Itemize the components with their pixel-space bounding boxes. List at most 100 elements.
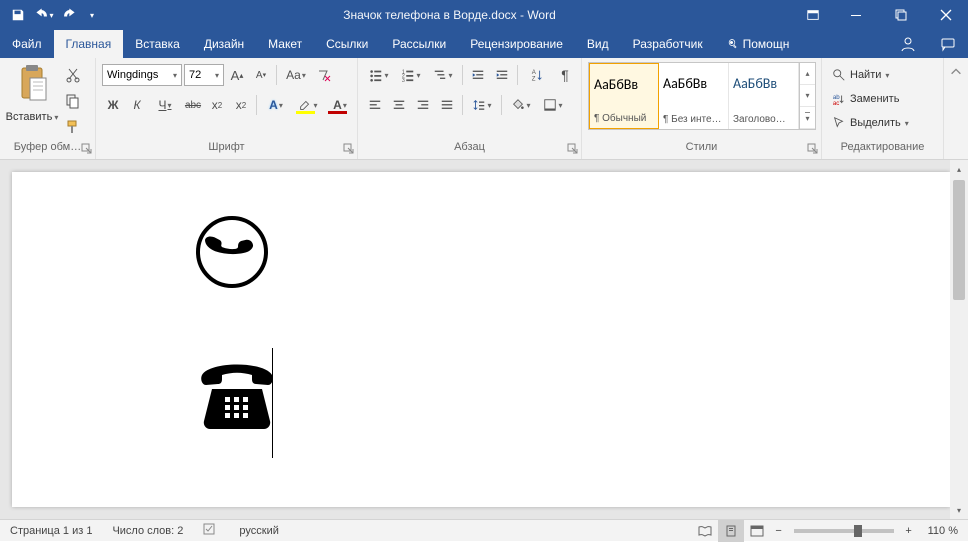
styles-dialog-launcher-icon[interactable] — [807, 143, 819, 155]
tell-me[interactable]: Помощн — [715, 30, 802, 58]
ribbon-display-options-icon[interactable] — [793, 8, 833, 22]
language[interactable]: русский — [229, 525, 288, 537]
numbering-icon[interactable]: 123▾ — [396, 64, 426, 86]
borders-icon[interactable]: ▾ — [538, 94, 568, 116]
underline-button[interactable]: Ч▾ — [150, 94, 180, 116]
align-justify-icon[interactable] — [436, 94, 458, 116]
document-area: ▴ ▾ — [0, 160, 968, 519]
tab-insert[interactable]: Вставка — [123, 30, 192, 58]
gallery-up-icon[interactable]: ▴ — [800, 63, 815, 85]
copy-icon[interactable] — [62, 90, 84, 112]
separator — [256, 95, 257, 115]
clipboard-dialog-launcher-icon[interactable] — [81, 143, 93, 155]
sort-icon[interactable]: AZ — [522, 64, 552, 86]
account-icon[interactable] — [888, 30, 928, 58]
vertical-scrollbar[interactable]: ▴ ▾ — [950, 160, 968, 519]
style-heading1[interactable]: АаБбВв Заголово… — [729, 63, 799, 129]
select-button[interactable]: Выделить▾ — [828, 112, 913, 134]
clear-formatting-icon[interactable] — [313, 64, 335, 86]
tab-references[interactable]: Ссылки — [314, 30, 380, 58]
group-styles: АаБбВв ¶ Обычный АаБбВв ¶ Без инте… АаБб… — [582, 58, 822, 159]
web-layout-icon[interactable] — [744, 520, 770, 542]
superscript-icon[interactable]: x2 — [230, 94, 252, 116]
shrink-font-icon[interactable]: A▾ — [250, 64, 272, 86]
line-spacing-icon[interactable]: ▾ — [467, 94, 497, 116]
strikethrough-button[interactable]: abc — [182, 94, 204, 116]
document-content — [192, 212, 282, 442]
tab-mailings[interactable]: Рассылки — [380, 30, 458, 58]
style-name: ¶ Обычный — [594, 113, 654, 124]
font-size-combo[interactable]: 72▾ — [184, 64, 224, 86]
increase-indent-icon[interactable] — [491, 64, 513, 86]
grow-font-icon[interactable]: A▴ — [226, 64, 248, 86]
tab-file[interactable]: Файл — [0, 30, 54, 58]
multilevel-list-icon[interactable]: ▾ — [428, 64, 458, 86]
find-button[interactable]: Найти▾ — [828, 64, 913, 86]
tab-design[interactable]: Дизайн — [192, 30, 256, 58]
align-right-icon[interactable] — [412, 94, 434, 116]
tab-view[interactable]: Вид — [575, 30, 621, 58]
tell-me-label: Помощн — [743, 37, 790, 51]
save-icon[interactable] — [8, 4, 28, 26]
group-clipboard-label: Буфер обм… — [14, 141, 81, 153]
shading-icon[interactable]: ▾ — [506, 94, 536, 116]
window-title: Значок телефона в Ворде.docx - Word — [106, 8, 793, 22]
replace-button[interactable]: abacЗаменить — [828, 88, 913, 110]
text-effects-icon[interactable]: A▾ — [261, 94, 291, 116]
change-case-icon[interactable]: Aa▾ — [281, 64, 311, 86]
style-no-spacing[interactable]: АаБбВв ¶ Без инте… — [659, 63, 729, 129]
show-marks-icon[interactable]: ¶ — [554, 64, 576, 86]
spellcheck-icon[interactable] — [193, 522, 229, 539]
tab-developer[interactable]: Разработчик — [621, 30, 715, 58]
read-mode-icon[interactable] — [692, 520, 718, 542]
group-paragraph-label: Абзац — [454, 141, 485, 153]
align-left-icon[interactable] — [364, 94, 386, 116]
scroll-down-icon[interactable]: ▾ — [950, 501, 968, 519]
align-center-icon[interactable] — [388, 94, 410, 116]
gallery-down-icon[interactable]: ▾ — [800, 85, 815, 107]
font-dialog-launcher-icon[interactable] — [343, 143, 355, 155]
close-icon[interactable] — [923, 0, 968, 30]
format-painter-icon[interactable] — [62, 116, 84, 138]
zoom-in-icon[interactable]: + — [900, 525, 918, 537]
comments-icon[interactable] — [928, 30, 968, 58]
maximize-icon[interactable] — [878, 0, 923, 30]
style-normal[interactable]: АаБбВв ¶ Обычный — [589, 63, 659, 129]
gallery-more-icon[interactable]: ▾ — [800, 107, 815, 129]
bullets-icon[interactable]: ▾ — [364, 64, 394, 86]
cut-icon[interactable] — [62, 64, 84, 86]
zoom-thumb[interactable] — [854, 525, 862, 537]
paragraph-dialog-launcher-icon[interactable] — [567, 143, 579, 155]
bold-button[interactable]: Ж — [102, 94, 124, 116]
print-layout-icon[interactable] — [718, 520, 744, 542]
document-page[interactable] — [12, 172, 950, 507]
paste-button[interactable]: Вставить▾ — [6, 62, 58, 123]
word-count[interactable]: Число слов: 2 — [102, 525, 193, 537]
styles-gallery: АаБбВв ¶ Обычный АаБбВв ¶ Без инте… АаБб… — [588, 62, 816, 130]
minimize-icon[interactable] — [833, 0, 878, 30]
separator — [462, 95, 463, 115]
group-styles-label: Стили — [686, 141, 718, 153]
zoom-out-icon[interactable]: − — [770, 525, 788, 537]
tab-review[interactable]: Рецензирование — [458, 30, 575, 58]
tab-layout[interactable]: Макет — [256, 30, 314, 58]
scroll-up-icon[interactable]: ▴ — [950, 160, 968, 178]
tab-home[interactable]: Главная — [54, 30, 124, 58]
font-color-icon[interactable]: A▾ — [325, 94, 355, 116]
scroll-thumb[interactable] — [953, 180, 965, 300]
collapse-ribbon-icon[interactable] — [946, 62, 966, 82]
highlight-color-icon[interactable]: ▾ — [293, 94, 323, 116]
titlebar: ▾ ▾ Значок телефона в Ворде.docx - Word — [0, 0, 968, 30]
zoom-level[interactable]: 110 % — [918, 525, 968, 537]
font-name-combo[interactable]: Wingdings▾ — [102, 64, 182, 86]
qat-customize-icon[interactable]: ▾ — [86, 4, 98, 26]
undo-icon[interactable]: ▾ — [34, 4, 54, 26]
select-label: Выделить — [850, 117, 901, 129]
decrease-indent-icon[interactable] — [467, 64, 489, 86]
replace-label: Заменить — [850, 93, 899, 105]
italic-button[interactable]: К — [126, 94, 148, 116]
subscript-icon[interactable]: x2 — [206, 94, 228, 116]
zoom-slider[interactable] — [794, 529, 894, 533]
redo-icon[interactable] — [60, 4, 80, 26]
page-number[interactable]: Страница 1 из 1 — [0, 525, 102, 537]
